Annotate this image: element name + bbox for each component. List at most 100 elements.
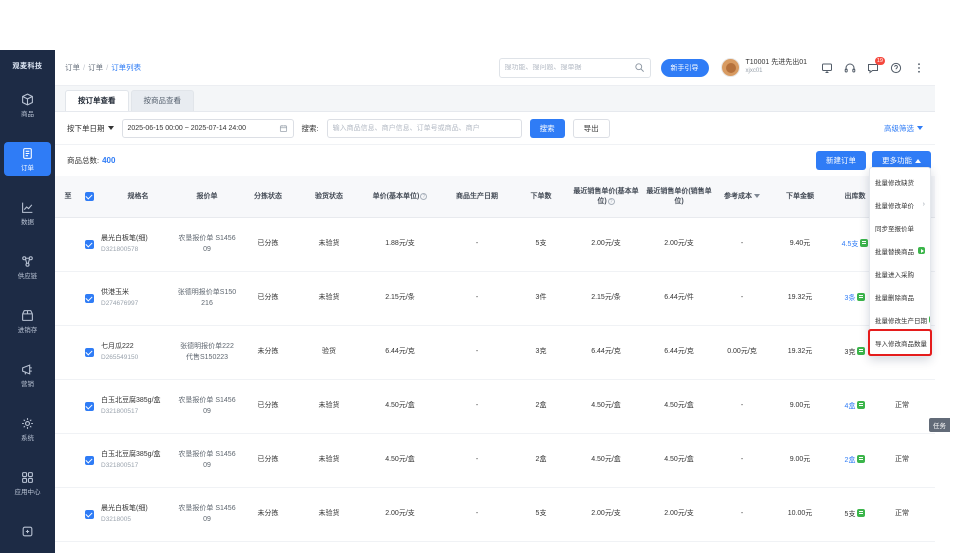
column-header-config[interactable]: 至 bbox=[58, 190, 78, 203]
more-menu-item-6[interactable]: 批量删除商品 bbox=[870, 285, 930, 308]
column-header-select[interactable] bbox=[78, 190, 100, 203]
more-menu-item-5[interactable]: 批量进入采购 bbox=[870, 262, 930, 285]
recent-sale-price-cell: 2.00元/支 bbox=[644, 236, 714, 252]
more-menu-item-4[interactable]: 批量替换商品 bbox=[870, 239, 930, 262]
row-checkbox[interactable] bbox=[85, 294, 94, 303]
date-range-input[interactable]: 2025-06-15 00:00 ~ 2025-07-14 24:00 bbox=[122, 119, 294, 138]
advanced-filter-link[interactable]: 高级筛选 bbox=[884, 123, 923, 134]
spec-name-cell[interactable]: 白玉北豆腐385g/盒D321800517 bbox=[100, 393, 176, 420]
global-search-box[interactable] bbox=[499, 58, 651, 78]
out-qty-value[interactable]: 4.5支 bbox=[842, 241, 859, 248]
tab-by-order[interactable]: 按订单查看 bbox=[65, 90, 129, 111]
apps-icon bbox=[21, 471, 34, 484]
recent-base-price-cell: 2.00元/支 bbox=[568, 506, 644, 522]
topbar: 订单 / 订单 / 订单列表 新手引导 T10001 先进先出01 xjxc01 bbox=[55, 50, 935, 86]
breadcrumb-item-2[interactable]: 订单 bbox=[88, 62, 103, 73]
more-menu-item-3[interactable]: 同步至报价单 bbox=[870, 216, 930, 239]
row-expand-cell bbox=[58, 296, 78, 302]
outbound-record-icon[interactable] bbox=[857, 509, 865, 517]
more-menu-item-7[interactable]: 批量修改生产日期 bbox=[870, 308, 930, 331]
select-all-checkbox[interactable] bbox=[85, 192, 94, 201]
outbound-record-icon[interactable] bbox=[857, 347, 865, 355]
row-select-cell bbox=[78, 453, 100, 468]
filter-search-input[interactable] bbox=[327, 119, 522, 138]
video-tutorial-icon[interactable] bbox=[929, 316, 930, 323]
sidebar-item-misc[interactable] bbox=[4, 520, 51, 542]
workbench-icon[interactable] bbox=[821, 62, 833, 74]
user-info[interactable]: T10001 先进先出01 xjxc01 bbox=[746, 59, 807, 75]
guide-button[interactable]: 新手引导 bbox=[661, 59, 709, 77]
sidebar-item-system[interactable]: 系统 bbox=[4, 412, 51, 446]
spec-code: D3218005 bbox=[101, 515, 175, 524]
check-status-cell: 未验货 bbox=[298, 290, 360, 306]
outbound-record-icon[interactable] bbox=[857, 401, 865, 409]
sidebar-item-apps[interactable]: 应用中心 bbox=[4, 466, 51, 500]
spec-name-cell[interactable]: 白玉北豆腐385g/盒D321800517 bbox=[100, 447, 176, 474]
column-header-recent_sale: 最近销售单价(销售单位) bbox=[644, 185, 714, 208]
message-icon[interactable]: 19 bbox=[867, 62, 879, 74]
column-header-ref_cost[interactable]: 参考成本 bbox=[714, 190, 770, 203]
tab-by-product[interactable]: 按商品查看 bbox=[131, 90, 195, 111]
spec-name-cell[interactable]: 七月瓜222D265549150 bbox=[100, 339, 176, 366]
order-qty-cell: 2盒 bbox=[514, 452, 568, 468]
sidebar-item-supply[interactable]: 供应链 bbox=[4, 250, 51, 284]
amount-cell: 9.00元 bbox=[770, 452, 830, 468]
unit-price-cell: 1.88元/支 bbox=[360, 236, 440, 252]
search-label: 搜索: bbox=[302, 123, 319, 134]
export-button[interactable]: 导出 bbox=[573, 119, 610, 138]
row-checkbox[interactable] bbox=[85, 510, 94, 519]
spec-name-cell[interactable]: 晨光白板笔(细)D321800578 bbox=[100, 231, 176, 258]
more-functions-menu: 批量修改缺货批量修改单价›同步至报价单批量替换商品批量进入采购批量删除商品批量修… bbox=[869, 167, 931, 357]
marketing-icon bbox=[21, 363, 34, 376]
spec-name-cell[interactable]: 晨光白板笔(细)D3218005 bbox=[100, 501, 176, 528]
new-order-button[interactable]: 新建订单 bbox=[816, 151, 866, 170]
unit-price-cell: 4.50元/盒 bbox=[360, 398, 440, 414]
global-search-input[interactable] bbox=[505, 64, 630, 71]
row-select-cell bbox=[78, 291, 100, 306]
recent-sale-price-cell: 2.00元/支 bbox=[644, 506, 714, 522]
sidebar-item-inventory[interactable]: 进销存 bbox=[4, 304, 51, 338]
more-menu-item-8[interactable]: 导入修改商品数量 bbox=[870, 331, 930, 354]
row-checkbox[interactable] bbox=[85, 456, 94, 465]
row-checkbox[interactable] bbox=[85, 240, 94, 249]
task-floating-tab[interactable]: 任务 bbox=[929, 418, 950, 432]
breadcrumb-item-1[interactable]: 订单 bbox=[65, 62, 80, 73]
sort-caret-icon[interactable] bbox=[754, 194, 760, 198]
date-type-dropdown[interactable]: 按下单日期 bbox=[67, 123, 114, 134]
column-header-check_status: 验货状态 bbox=[298, 190, 360, 203]
column-header-prod_date: 商品生产日期 bbox=[440, 190, 514, 203]
sidebar-item-marketing[interactable]: 营销 bbox=[4, 358, 51, 392]
unit-price-cell: 6.44元/克 bbox=[360, 344, 440, 360]
out-qty-value[interactable]: 4盒 bbox=[845, 403, 856, 410]
row-checkbox[interactable] bbox=[85, 348, 94, 357]
help-icon[interactable] bbox=[890, 62, 902, 74]
quote-cell: 张德明报价单S150216 bbox=[176, 285, 238, 311]
more-icon[interactable] bbox=[913, 62, 925, 74]
outbound-record-icon[interactable] bbox=[860, 239, 868, 247]
spec-name-cell[interactable]: 供港玉米D274676997 bbox=[100, 285, 176, 312]
check-status-cell: 未验货 bbox=[298, 236, 360, 252]
column-header-amount: 下单金额 bbox=[770, 190, 830, 203]
out-qty-value[interactable]: 2盒 bbox=[845, 457, 856, 464]
spec-code: D321800517 bbox=[101, 461, 175, 470]
sidebar-item-goods[interactable]: 商品 bbox=[4, 88, 51, 122]
out-qty-value[interactable]: 3条 bbox=[845, 295, 856, 302]
supply-icon bbox=[21, 255, 34, 268]
row-checkbox[interactable] bbox=[85, 402, 94, 411]
more-menu-item-1[interactable]: 批量修改缺货 bbox=[870, 170, 930, 193]
outbound-record-icon[interactable] bbox=[857, 293, 865, 301]
orders-icon bbox=[21, 147, 34, 160]
video-tutorial-icon[interactable] bbox=[918, 247, 925, 254]
outbound-record-icon[interactable] bbox=[857, 455, 865, 463]
search-button[interactable]: 搜索 bbox=[530, 119, 565, 138]
recent-sale-price-cell: 4.50元/盒 bbox=[644, 398, 714, 414]
sidebar-item-data[interactable]: 数据 bbox=[4, 196, 51, 230]
avatar[interactable] bbox=[721, 58, 740, 77]
search-icon[interactable] bbox=[634, 62, 645, 73]
sidebar-item-label: 商品 bbox=[21, 108, 34, 118]
spec-name: 晨光白板笔(细) bbox=[101, 504, 175, 514]
headset-icon[interactable] bbox=[844, 62, 856, 74]
column-header-recent_base: 最近销售单价(基本单位)? bbox=[568, 185, 644, 208]
sidebar-item-orders[interactable]: 订单 bbox=[4, 142, 51, 176]
more-menu-item-2[interactable]: 批量修改单价› bbox=[870, 193, 930, 216]
